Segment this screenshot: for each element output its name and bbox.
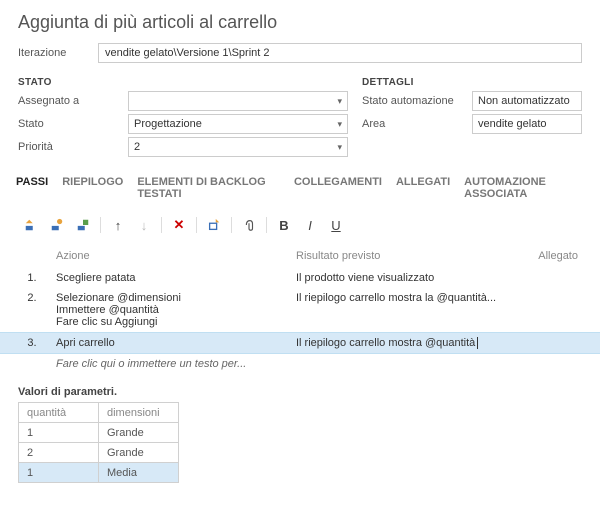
- table-row[interactable]: 3.Apri carrelloIl riepilogo carrello mos…: [0, 332, 600, 354]
- col-num: [18, 250, 46, 262]
- tab-allegati[interactable]: ALLEGATI: [396, 172, 450, 204]
- stato-select[interactable]: Progettazione▾: [128, 114, 348, 134]
- create-shared-icon[interactable]: [201, 214, 227, 236]
- stato-label: Stato: [18, 118, 128, 130]
- assegnato-select[interactable]: ▾: [128, 91, 348, 111]
- new-step-placeholder[interactable]: Fare clic qui o immettere un testo per..…: [18, 354, 582, 374]
- tab-passi[interactable]: PASSI: [16, 172, 48, 204]
- chevron-down-icon: ▾: [337, 96, 342, 107]
- params-table[interactable]: quantitàdimensioni 1Grande2Grande1Media: [18, 402, 179, 483]
- assegnato-label: Assegnato a: [18, 95, 128, 107]
- iteration-value: vendite gelato\Versione 1\Sprint 2: [105, 47, 270, 59]
- priorita-select[interactable]: 2▾: [128, 137, 348, 157]
- area-label: Area: [362, 118, 472, 130]
- tab-elementi-di-backlog-testati[interactable]: ELEMENTI DI BACKLOG TESTATI: [137, 172, 280, 204]
- insert-step-icon[interactable]: [18, 214, 44, 236]
- table-row[interactable]: 1.Scegliere patataIl prodotto viene visu…: [18, 268, 582, 288]
- attach-icon[interactable]: [236, 214, 262, 236]
- col-action: Azione: [46, 250, 296, 262]
- tab-riepilogo[interactable]: RIEPILOGO: [62, 172, 123, 204]
- iteration-label: Iterazione: [18, 47, 98, 59]
- stato-header: STATO: [18, 77, 362, 88]
- col-result: Risultato previsto: [296, 250, 516, 262]
- move-down-icon[interactable]: ↓: [131, 214, 157, 236]
- iteration-input[interactable]: vendite gelato\Versione 1\Sprint 2: [98, 43, 582, 63]
- chevron-down-icon: ▾: [337, 142, 342, 153]
- col-attach: Allegato: [516, 250, 582, 262]
- chevron-down-icon: ▾: [337, 119, 342, 130]
- insert-param-icon[interactable]: [70, 214, 96, 236]
- steps-grid: Azione Risultato previsto Allegato 1.Sce…: [0, 242, 600, 374]
- table-row[interactable]: 2.Selezionare @dimensioniImmettere @quan…: [18, 288, 582, 332]
- params-section: Valori di parametri. quantitàdimensioni …: [0, 374, 600, 483]
- italic-button[interactable]: I: [297, 214, 323, 236]
- priorita-label: Priorità: [18, 141, 128, 153]
- tab-automazione-associata[interactable]: AUTOMAZIONE ASSOCIATA: [464, 172, 584, 204]
- area-select[interactable]: vendite gelato: [472, 114, 582, 134]
- autom-label: Stato automazione: [362, 95, 472, 107]
- insert-shared-step-icon[interactable]: [44, 214, 70, 236]
- dettagli-header: DETTAGLI: [362, 77, 582, 88]
- param-row[interactable]: 1Grande: [19, 423, 179, 443]
- param-row[interactable]: 2Grande: [19, 443, 179, 463]
- tab-collegamenti[interactable]: COLLEGAMENTI: [294, 172, 382, 204]
- params-title: Valori di parametri.: [18, 386, 582, 398]
- page-title: Aggiunta di più articoli al carrello: [0, 0, 600, 41]
- move-up-icon[interactable]: ↑: [105, 214, 131, 236]
- bold-button[interactable]: B: [271, 214, 297, 236]
- param-row[interactable]: 1Media: [19, 463, 179, 483]
- delete-icon[interactable]: ✕: [166, 214, 192, 236]
- autom-select[interactable]: Non automatizzato: [472, 91, 582, 111]
- tab-bar: PASSI RIEPILOGO ELEMENTI DI BACKLOG TESTAT…: [0, 162, 600, 204]
- toolbar: ↑ ↓ ✕ B I U: [0, 204, 600, 242]
- underline-button[interactable]: U: [323, 214, 349, 236]
